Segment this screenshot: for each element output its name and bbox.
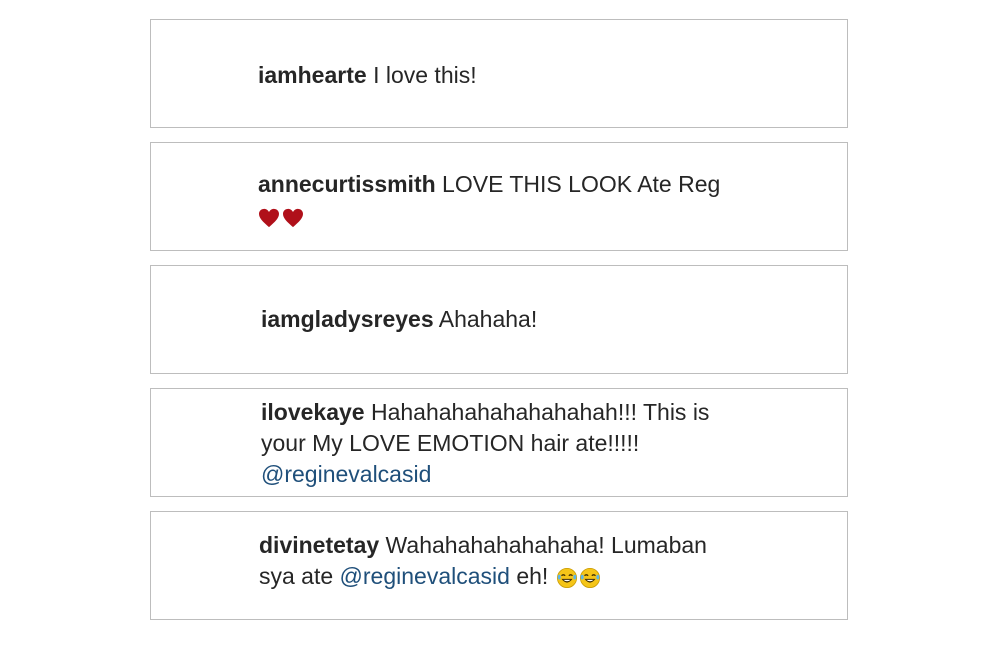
red-heart-icon [283, 209, 303, 228]
mention-link[interactable]: @reginevalcasid [261, 461, 431, 487]
emoji-row [258, 201, 306, 232]
mention-link[interactable]: @reginevalcasid [340, 563, 510, 589]
comment-text: LOVE THIS LOOK Ate Reg [442, 171, 721, 197]
comment-username[interactable]: iamgladysreyes [261, 306, 434, 332]
red-heart-icon [259, 209, 279, 228]
comment-card: ilovekaye Hahahahahahahahahah!!! This is… [150, 388, 848, 497]
comment-body: ilovekaye Hahahahahahahahahah!!! This is… [261, 397, 751, 490]
tears-of-joy-icon [579, 567, 600, 588]
comment-card: iamgladysreyes Ahahaha! [150, 265, 848, 374]
comment-card: annecurtissmith LOVE THIS LOOK Ate Reg [150, 142, 848, 251]
comment-username[interactable]: annecurtissmith [258, 171, 436, 197]
comment-body: divinetetay Wahahahahahahaha! Lumaban sy… [259, 530, 739, 592]
tears-of-joy-icon [556, 567, 577, 588]
comment-text-after: eh! [516, 563, 549, 589]
comment-body: annecurtissmith LOVE THIS LOOK Ate Reg [258, 169, 738, 232]
comment-username[interactable]: iamhearte [258, 62, 367, 88]
comment-card: iamhearte I love this! [150, 19, 848, 128]
comment-body: iamgladysreyes Ahahaha! [261, 304, 741, 335]
comment-text: Ahahaha! [438, 306, 538, 332]
comment-username[interactable]: ilovekaye [261, 399, 365, 425]
comment-username[interactable]: divinetetay [259, 532, 379, 558]
comment-text: I love this! [373, 62, 477, 88]
comment-card: divinetetay Wahahahahahahaha! Lumaban sy… [150, 511, 848, 620]
comment-body: iamhearte I love this! [258, 60, 738, 91]
